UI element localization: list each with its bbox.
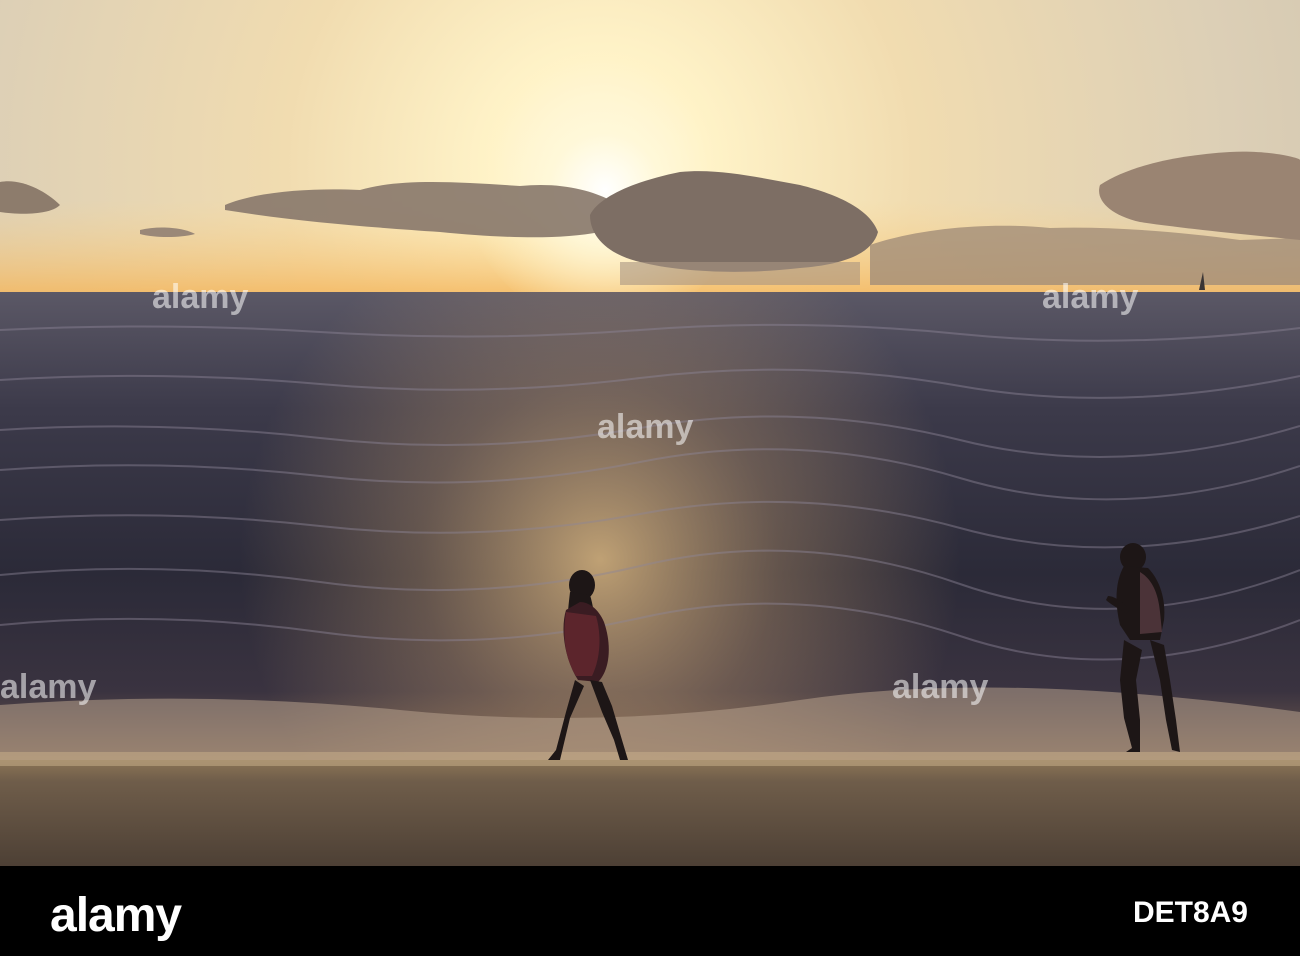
- footer-logo: alamy: [50, 889, 182, 942]
- photo-scene: alamy alamy alamy alamy alamy: [0, 0, 1300, 866]
- footer-bar: alamy DET8A9: [0, 866, 1300, 956]
- sand: [0, 760, 1300, 866]
- wet-sand: [0, 752, 1300, 766]
- sunset-beach-image: [0, 0, 1300, 866]
- image-id: DET8A9: [1132, 896, 1248, 929]
- sun-glint: [0, 292, 1300, 762]
